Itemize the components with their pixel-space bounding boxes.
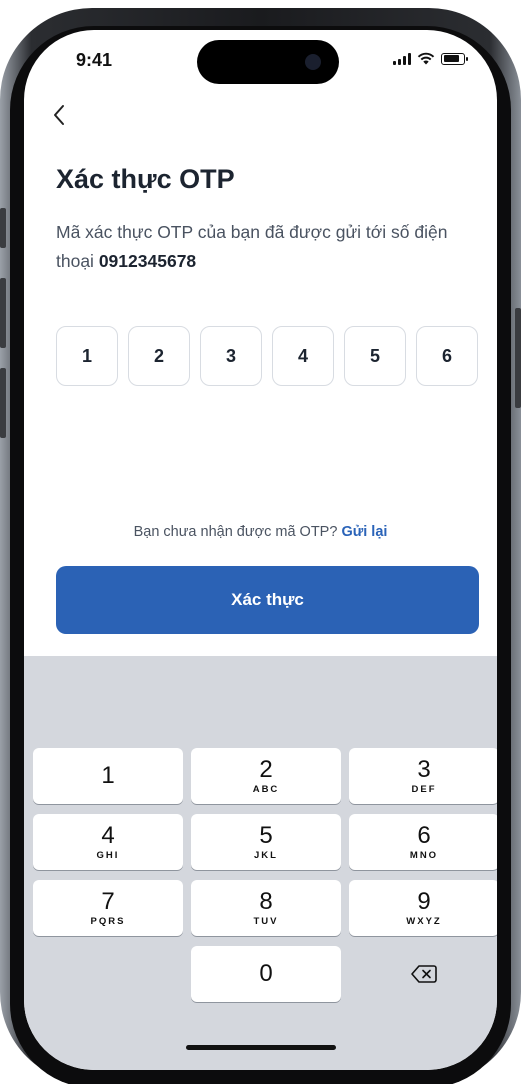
key-digit: 6 <box>417 822 431 849</box>
otp-digit-2[interactable]: 2 <box>128 326 190 386</box>
key-9[interactable]: 9 WXYZ <box>349 880 497 936</box>
otp-input-group: 1 2 3 4 5 6 <box>56 326 478 386</box>
otp-digit-3[interactable]: 3 <box>200 326 262 386</box>
key-8[interactable]: 8 TUV <box>191 880 341 936</box>
screen: 9:41 Xác thực OTP Mã xác thực OTP của bạ… <box>24 30 497 1070</box>
backspace-icon <box>411 965 437 983</box>
phone-number: 0912345678 <box>98 251 197 271</box>
numeric-keypad: 1 2 ABC 3 DEF 4 GHI 5 JKL 6 MNO 7 PQRS 8… <box>24 656 497 1070</box>
key-3[interactable]: 3 DEF <box>349 748 497 804</box>
volume-down-button <box>0 368 6 438</box>
delete-key[interactable] <box>349 946 497 1002</box>
key-0[interactable]: 0 <box>191 946 341 1002</box>
otp-digit-5[interactable]: 5 <box>344 326 406 386</box>
resend-link[interactable]: Gửi lại <box>341 524 387 540</box>
key-digit: 1 <box>101 762 115 789</box>
otp-description: Mã xác thực OTP của bạn đã được gửi tới … <box>56 218 476 276</box>
key-4[interactable]: 4 GHI <box>33 814 183 870</box>
resend-row: Bạn chưa nhận được mã OTP? Gửi lại <box>24 524 497 540</box>
page-title: Xác thực OTP <box>56 164 235 194</box>
key-2[interactable]: 2 ABC <box>191 748 341 804</box>
key-letters: WXYZ <box>406 916 442 927</box>
otp-digit-4[interactable]: 4 <box>272 326 334 386</box>
signal-icon <box>393 52 411 65</box>
key-letters: JKL <box>254 850 278 861</box>
power-button <box>515 308 521 408</box>
key-digit: 3 <box>417 756 431 783</box>
key-letters: TUV <box>253 916 279 927</box>
key-6[interactable]: 6 MNO <box>349 814 497 870</box>
home-indicator[interactable] <box>186 1045 336 1050</box>
otp-digit-6[interactable]: 6 <box>416 326 478 386</box>
key-digit: 7 <box>101 888 115 915</box>
chevron-left-icon <box>54 105 64 125</box>
back-button[interactable] <box>52 100 82 130</box>
battery-icon <box>441 52 468 65</box>
key-digit: 4 <box>101 822 115 849</box>
volume-up-button <box>0 278 6 348</box>
status-icons <box>393 52 468 65</box>
wifi-icon <box>417 52 435 65</box>
key-letters: PQRS <box>90 916 126 927</box>
resend-prompt: Bạn chưa nhận được mã OTP? <box>133 524 338 540</box>
key-digit: 8 <box>259 888 273 915</box>
key-digit: 2 <box>259 756 273 783</box>
dynamic-island <box>197 40 339 84</box>
key-digit: 9 <box>417 888 431 915</box>
key-digit: 5 <box>259 822 273 849</box>
key-letters: GHI <box>96 850 120 861</box>
key-7[interactable]: 7 PQRS <box>33 880 183 936</box>
key-digit: 0 <box>259 960 273 987</box>
key-letters: ABC <box>252 784 280 795</box>
otp-digit-1[interactable]: 1 <box>56 326 118 386</box>
key-letters: DEF <box>411 784 437 795</box>
key-5[interactable]: 5 JKL <box>191 814 341 870</box>
verify-button[interactable]: Xác thực <box>56 566 479 634</box>
key-1[interactable]: 1 <box>33 748 183 804</box>
camera-icon <box>305 54 321 70</box>
mute-switch <box>0 208 6 248</box>
key-letters: MNO <box>409 850 439 861</box>
status-time: 9:41 <box>76 50 113 70</box>
